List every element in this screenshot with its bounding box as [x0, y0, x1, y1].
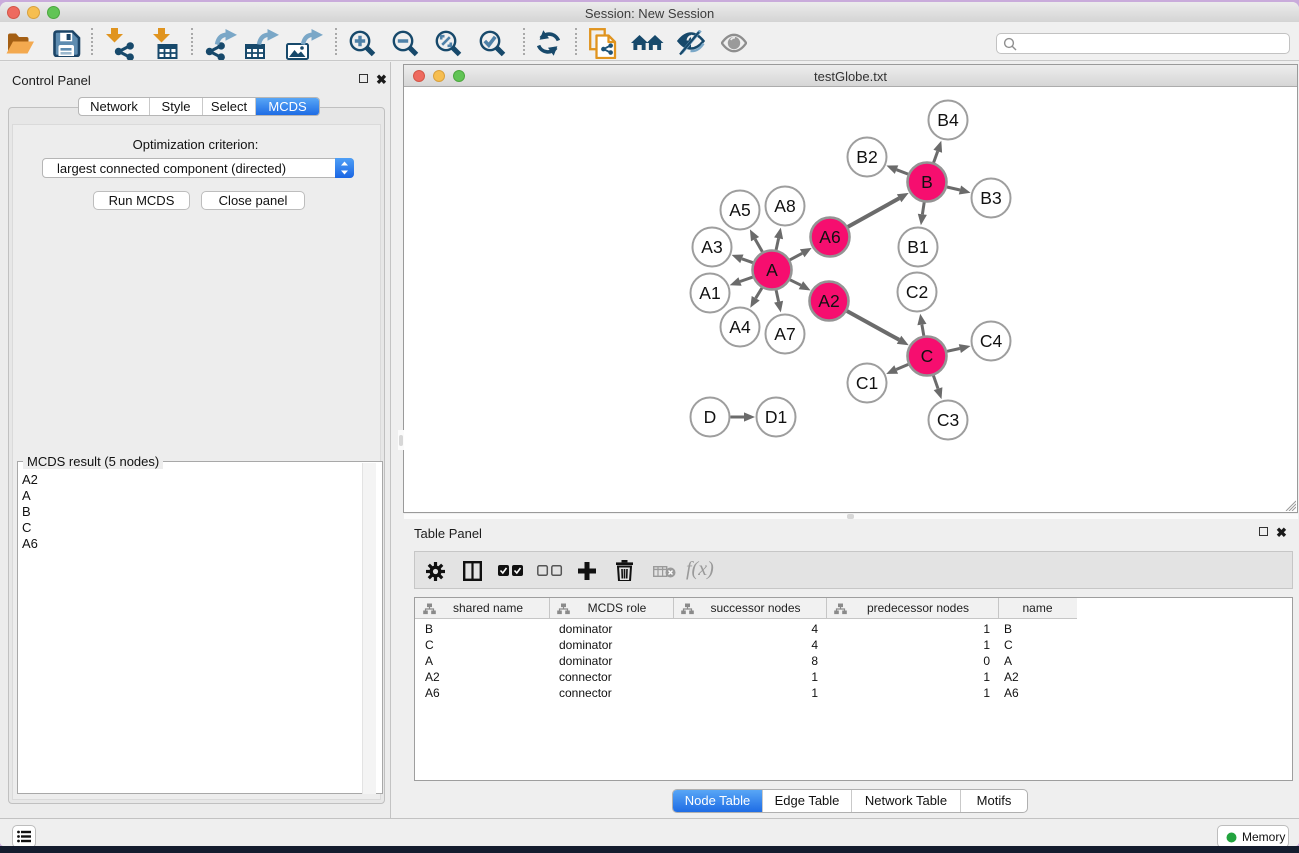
- svg-text:C4: C4: [980, 331, 1003, 351]
- svg-text:D: D: [704, 407, 717, 427]
- svg-text:A6: A6: [819, 227, 840, 247]
- svg-text:A5: A5: [729, 200, 750, 220]
- svg-text:C2: C2: [906, 282, 928, 302]
- svg-text:A2: A2: [818, 291, 839, 311]
- svg-text:C: C: [921, 346, 934, 366]
- svg-text:B4: B4: [937, 110, 959, 130]
- svg-text:A3: A3: [701, 237, 722, 257]
- svg-text:A1: A1: [699, 283, 720, 303]
- svg-text:D1: D1: [765, 407, 787, 427]
- svg-text:A4: A4: [729, 317, 751, 337]
- svg-text:B1: B1: [907, 237, 928, 257]
- svg-text:B3: B3: [980, 188, 1001, 208]
- svg-text:C1: C1: [856, 373, 878, 393]
- svg-text:A8: A8: [774, 196, 795, 216]
- svg-text:A: A: [766, 260, 778, 280]
- svg-text:C3: C3: [937, 410, 959, 430]
- svg-text:B: B: [921, 172, 933, 192]
- svg-text:A7: A7: [774, 324, 795, 344]
- svg-text:B2: B2: [856, 147, 877, 167]
